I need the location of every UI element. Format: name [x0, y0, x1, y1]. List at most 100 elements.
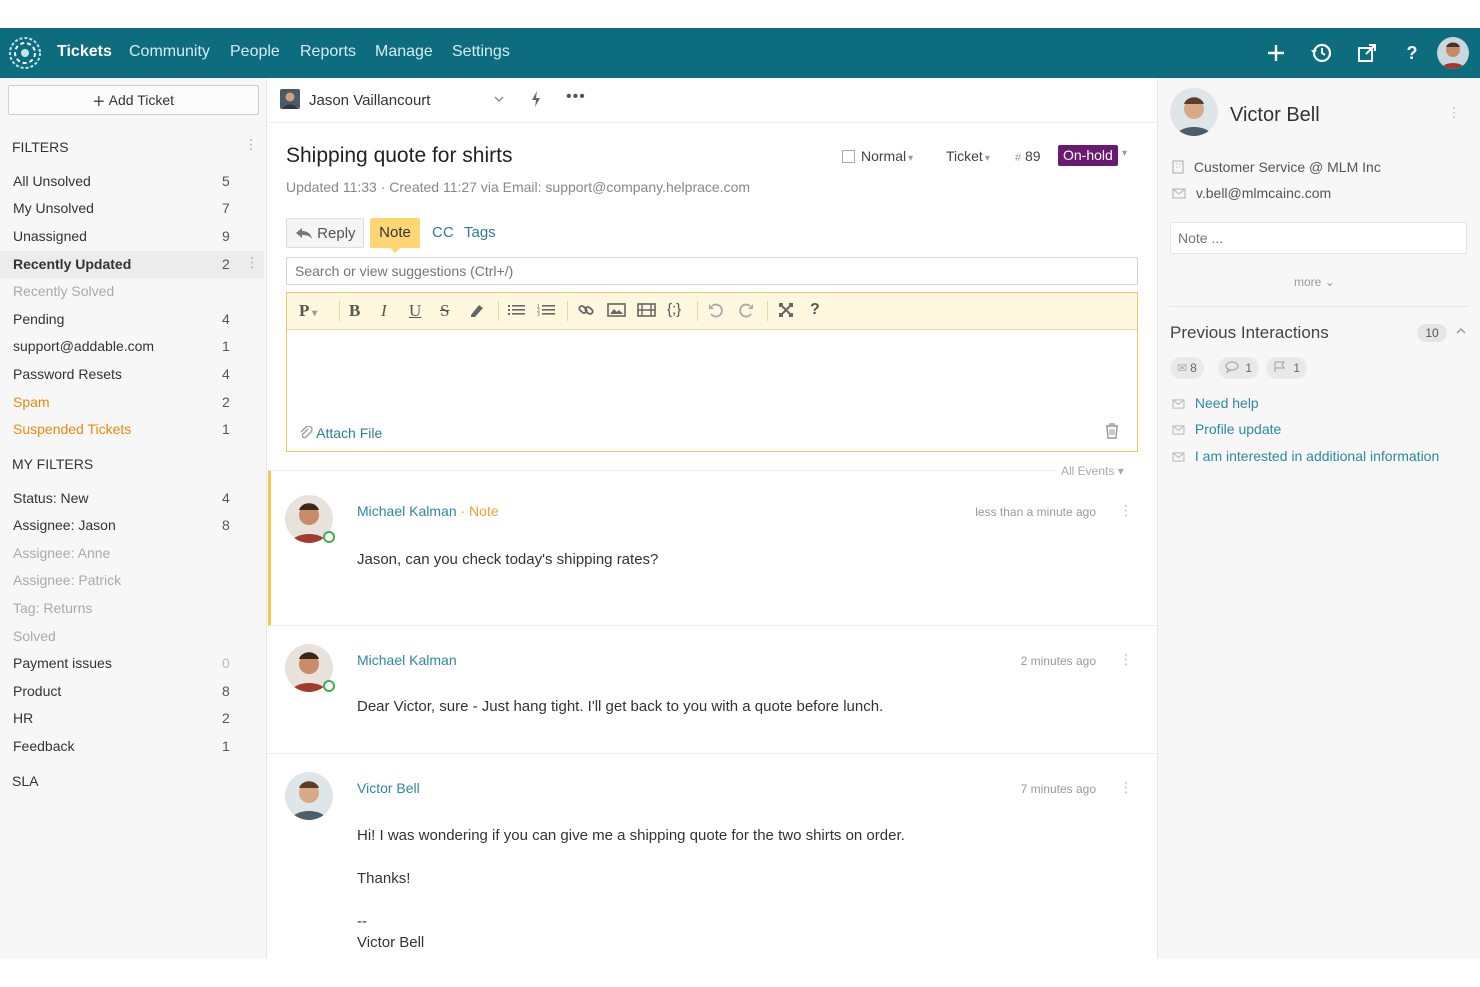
- nav-settings[interactable]: Settings: [452, 43, 510, 61]
- video-icon[interactable]: [637, 301, 657, 324]
- nav-people[interactable]: People: [230, 43, 280, 61]
- filter-unassigned[interactable]: Unassigned 9: [0, 223, 264, 250]
- toolbar-divider: [697, 301, 698, 321]
- add-ticket-button[interactable]: + Add Ticket: [8, 85, 259, 115]
- add-icon[interactable]: [1263, 40, 1289, 66]
- filter-payment-issues[interactable]: Payment issues 0: [0, 650, 264, 677]
- filter-count: 4: [222, 366, 230, 382]
- filter-support-email[interactable]: support@addable.com 1: [0, 333, 264, 360]
- nav-manage[interactable]: Manage: [375, 43, 433, 61]
- chevron-down-icon[interactable]: [493, 92, 505, 108]
- filter-status-new[interactable]: Status: New 4: [0, 485, 264, 512]
- image-icon[interactable]: [607, 301, 627, 324]
- note-editor[interactable]: P ▾ B I U S 123 {;} ? Attach File: [286, 292, 1138, 452]
- editor-help-icon[interactable]: ?: [810, 301, 820, 319]
- event-menu-icon[interactable]: ⋮: [1119, 502, 1133, 519]
- event-menu-icon[interactable]: ⋮: [1119, 779, 1133, 796]
- filter-menu-icon[interactable]: ⋮: [245, 254, 259, 271]
- trash-icon[interactable]: [1105, 423, 1119, 442]
- nav-community[interactable]: Community: [129, 43, 210, 61]
- ticket-number-value: 89: [1025, 148, 1041, 164]
- event-author[interactable]: Victor Bell: [357, 780, 420, 796]
- interaction-item[interactable]: Need help: [1172, 395, 1259, 411]
- filter-assignee-patrick[interactable]: Assignee: Patrick: [0, 567, 264, 594]
- interaction-item[interactable]: Profile update: [1172, 421, 1281, 437]
- more-details-link[interactable]: more ⌄: [1294, 275, 1335, 289]
- numbered-list-icon[interactable]: 123: [537, 301, 557, 324]
- italic-icon[interactable]: I: [381, 301, 387, 321]
- fullscreen-icon[interactable]: [777, 301, 795, 324]
- attach-file-button[interactable]: Attach File: [299, 425, 382, 441]
- type-select[interactable]: Ticket ▾: [946, 148, 990, 164]
- undo-icon[interactable]: [707, 301, 725, 324]
- mail-icon: ✉: [1177, 361, 1188, 375]
- assignee-avatar: [280, 89, 300, 109]
- bold-icon[interactable]: B: [349, 301, 360, 321]
- filters-menu-icon[interactable]: ⋮: [244, 136, 258, 153]
- filter-tag-returns[interactable]: Tag: Returns: [0, 595, 264, 622]
- filter-recently-updated[interactable]: Recently Updated 2 ⋮: [0, 251, 264, 278]
- external-link-icon[interactable]: [1354, 40, 1380, 66]
- filter-solved[interactable]: Solved: [0, 623, 264, 650]
- priority-select[interactable]: Normal ▾: [842, 148, 913, 164]
- filter-recently-solved[interactable]: Recently Solved: [0, 278, 264, 305]
- chat-bubble-icon: [1225, 361, 1242, 375]
- filter-spam[interactable]: Spam 2: [0, 389, 264, 416]
- filter-count: 4: [222, 490, 230, 506]
- nav-reports[interactable]: Reports: [300, 43, 356, 61]
- nav-tickets[interactable]: Tickets: [57, 43, 112, 61]
- chat-count-chip[interactable]: 1: [1218, 357, 1260, 379]
- attach-file-label: Attach File: [316, 425, 383, 441]
- email-count-chip[interactable]: ✉ 8: [1170, 357, 1204, 379]
- tab-reply[interactable]: Reply: [286, 218, 364, 248]
- event-body: Jason, can you check today's shipping ra…: [357, 551, 659, 568]
- link-icon[interactable]: [577, 301, 595, 324]
- filter-product[interactable]: Product 8: [0, 678, 264, 705]
- tab-note[interactable]: Note: [370, 218, 420, 253]
- filter-my-unsolved[interactable]: My Unsolved 7: [0, 195, 264, 222]
- filter-all-unsolved[interactable]: All Unsolved 5: [0, 168, 264, 195]
- lightning-icon[interactable]: [530, 90, 542, 111]
- filter-hr[interactable]: HR 2: [0, 705, 264, 732]
- filter-password-resets[interactable]: Password Resets 4: [0, 361, 264, 388]
- tab-tags[interactable]: Tags: [464, 218, 496, 248]
- paragraph-format-icon[interactable]: P ▾: [299, 301, 317, 321]
- contact-name[interactable]: Victor Bell: [1230, 104, 1320, 127]
- suggestion-search-input[interactable]: [286, 257, 1138, 285]
- app-logo-icon[interactable]: [7, 35, 43, 71]
- filter-suspended-tickets[interactable]: Suspended Tickets 1: [0, 416, 264, 443]
- filter-pending[interactable]: Pending 4: [0, 306, 264, 333]
- sla-heading[interactable]: SLA: [12, 773, 38, 789]
- help-icon[interactable]: ?: [1399, 40, 1425, 66]
- priority-checkbox[interactable]: [842, 150, 855, 163]
- underline-icon[interactable]: U: [409, 301, 421, 321]
- strikethrough-icon[interactable]: S: [440, 301, 449, 321]
- redo-icon[interactable]: [737, 301, 755, 324]
- flag-count-chip[interactable]: 1: [1266, 357, 1308, 379]
- contact-note-input[interactable]: [1170, 222, 1467, 254]
- eraser-icon[interactable]: [468, 301, 486, 324]
- more-options-icon[interactable]: •••: [566, 88, 586, 106]
- chevron-down-icon[interactable]: ▾: [1122, 148, 1127, 159]
- tab-cc[interactable]: CC: [432, 218, 454, 248]
- interaction-item[interactable]: I am interested in additional informatio…: [1172, 448, 1439, 464]
- status-badge[interactable]: On-hold: [1058, 145, 1118, 166]
- event-note: Michael Kalman · Note less than a minute…: [268, 471, 1157, 626]
- bullet-list-icon[interactable]: [507, 301, 527, 324]
- chevron-up-icon[interactable]: [1455, 324, 1467, 340]
- history-icon[interactable]: [1308, 40, 1334, 66]
- type-value: Ticket: [946, 148, 983, 164]
- event-author[interactable]: Michael Kalman: [357, 652, 457, 668]
- assignee-select[interactable]: Jason Vaillancourt: [309, 92, 430, 109]
- filter-assignee-jason[interactable]: Assignee: Jason 8: [0, 512, 264, 539]
- code-icon[interactable]: {;}: [667, 301, 681, 318]
- user-avatar[interactable]: [1437, 37, 1469, 69]
- contact-email[interactable]: v.bell@mlmcainc.com: [1172, 185, 1331, 201]
- filter-assignee-anne[interactable]: Assignee: Anne: [0, 540, 264, 567]
- contact-menu-icon[interactable]: ⋮: [1447, 104, 1461, 121]
- event-menu-icon[interactable]: ⋮: [1119, 651, 1133, 668]
- filter-label: Product: [13, 683, 62, 699]
- filter-feedback[interactable]: Feedback 1: [0, 733, 264, 760]
- event-author[interactable]: Michael Kalman · Note: [357, 503, 499, 519]
- event-body-line: Thanks!: [357, 870, 411, 887]
